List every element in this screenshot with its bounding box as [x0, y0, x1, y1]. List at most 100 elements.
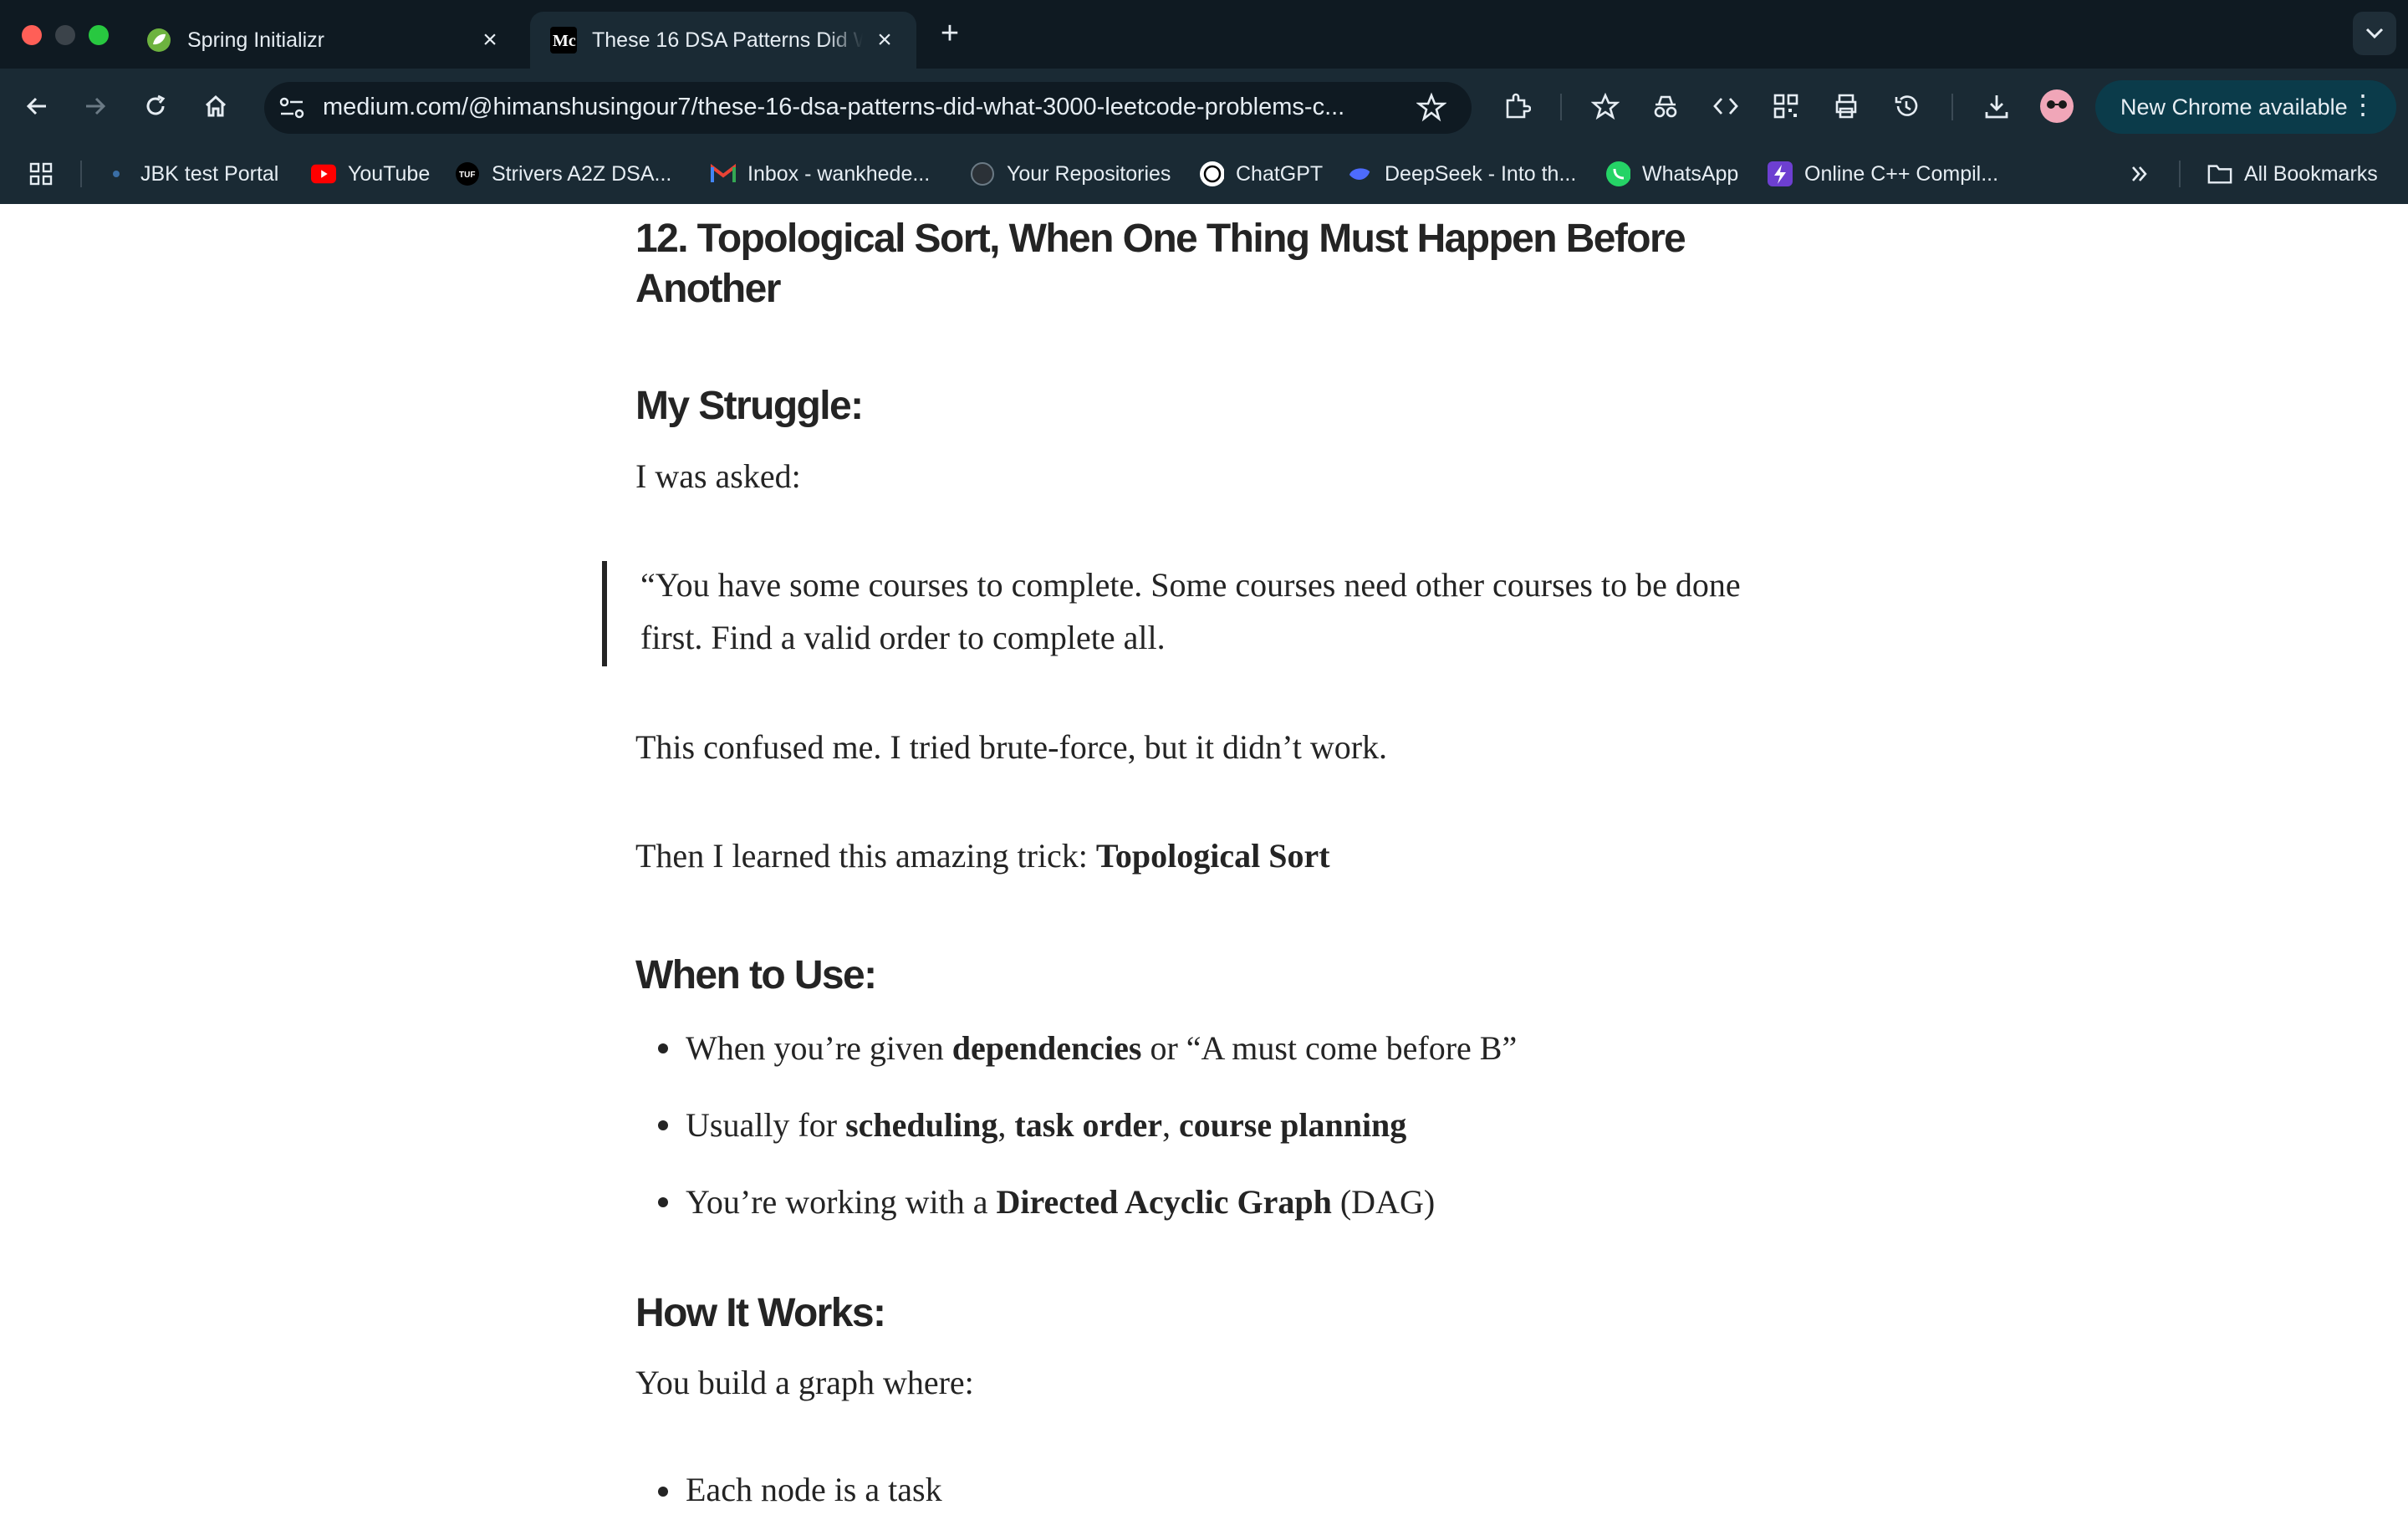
bookmark-label: JBK test Portal: [140, 161, 279, 186]
arrow-right-icon: [86, 97, 106, 115]
list-bold: scheduling: [845, 1106, 998, 1144]
puzzle-icon: [1506, 93, 1531, 119]
article-content: 12. Topological Sort, When One Thing Mus…: [0, 204, 2408, 1508]
bookmarks-bar: JBK test Portal YouTube TUF Strivers A2Z…: [0, 144, 2408, 204]
list-item: Usually for scheduling, task order, cour…: [686, 1100, 1773, 1150]
qr-code-button[interactable]: [1763, 83, 1809, 130]
tab-medium-article[interactable]: Mc These 16 DSA Patterns Did What 3000 L…: [530, 12, 916, 69]
list-bold: dependencies: [951, 1029, 1142, 1067]
toolbar-divider: [1951, 94, 1953, 120]
list-bold: task order: [1014, 1106, 1163, 1144]
bookmark-label: Online C++ Compil...: [1804, 161, 1999, 186]
svg-text:TUF: TUF: [459, 171, 475, 180]
youtube-icon: [311, 161, 336, 186]
downloads-button[interactable]: [1973, 83, 2020, 130]
when-to-use-heading: When to Use:: [635, 953, 877, 997]
maximize-window-button[interactable]: [89, 25, 109, 45]
back-button[interactable]: [13, 83, 60, 130]
printer-icon: [1835, 94, 1857, 119]
build-graph-paragraph: You build a graph where:: [635, 1364, 974, 1401]
bookmark-whatsapp[interactable]: WhatsApp: [1605, 159, 1738, 189]
list-text: ,: [1162, 1106, 1180, 1144]
bookmark-github-repositories[interactable]: Your Repositories: [970, 159, 1171, 189]
bookmark-label: Inbox - wankhede...: [747, 161, 931, 186]
arrow-left-icon: [26, 97, 46, 115]
home-button[interactable]: [192, 83, 239, 130]
history-button[interactable]: [1883, 83, 1930, 130]
spring-leaf-icon: [145, 27, 172, 54]
star-list-icon: [1591, 92, 1620, 120]
asked-paragraph: I was asked:: [635, 457, 801, 495]
bookmark-label: Your Repositories: [1007, 161, 1171, 186]
reading-list-button[interactable]: [1582, 83, 1629, 130]
chevron-down-icon: [2365, 28, 2384, 39]
bookmarks-divider: [80, 161, 82, 187]
reload-icon: [146, 94, 166, 115]
bolt-icon: [1768, 161, 1793, 186]
blockquote-text: “You have some courses to complete. Some…: [640, 566, 1741, 656]
browser-toolbar: medium.com/@himanshusingour7/these-16-ds…: [0, 69, 2408, 144]
bookmark-label: Strivers A2Z DSA...: [492, 161, 672, 186]
list-item: Each node is a task: [686, 1471, 942, 1508]
apps-grid-icon: [29, 162, 53, 186]
close-window-button[interactable]: [22, 25, 42, 45]
site-info-icon[interactable]: [278, 94, 306, 126]
profile-avatar-button[interactable]: [2033, 83, 2080, 130]
print-button[interactable]: [1823, 83, 1870, 130]
url-text: medium.com/@himanshusingour7/these-16-ds…: [323, 94, 1345, 120]
tuf-icon: TUF: [455, 161, 480, 186]
list-text: You’re working with a: [686, 1183, 997, 1221]
download-icon: [1985, 95, 2008, 119]
bookmark-deepseek[interactable]: DeepSeek - Into th...: [1348, 159, 1576, 189]
incognito-button[interactable]: [1642, 83, 1689, 130]
chatgpt-icon: [1199, 161, 1224, 186]
bookmark-gmail-inbox[interactable]: Inbox - wankhede...: [711, 159, 930, 189]
bookmark-label: DeepSeek - Into th...: [1385, 161, 1577, 186]
bookmark-online-cpp-compiler[interactable]: Online C++ Compil...: [1768, 159, 1998, 189]
tab-title: Spring Initializr: [187, 28, 324, 52]
qr-code-icon: [1773, 94, 1798, 119]
close-tab-icon[interactable]: ×: [478, 26, 502, 54]
more-bookmarks-button[interactable]: [2129, 159, 2150, 189]
bookmark-jbk-test-portal[interactable]: JBK test Portal: [104, 159, 278, 189]
bullet-dot: [658, 1120, 668, 1130]
bullet-dot: [658, 1043, 668, 1053]
devtools-button[interactable]: [1702, 83, 1749, 130]
bullet-dot: [658, 1487, 668, 1497]
blockquote-bar: [602, 561, 607, 666]
deepseek-icon: [1348, 161, 1373, 186]
close-tab-icon[interactable]: ×: [873, 26, 896, 54]
learned-paragraph: Then I learned this amazing trick: Topol…: [635, 829, 1789, 882]
code-brackets-icon: [1713, 98, 1738, 115]
svg-text:Mc: Mc: [553, 32, 576, 50]
forward-button[interactable]: [72, 83, 119, 130]
extensions-button[interactable]: [1493, 83, 1540, 130]
tab-search-button[interactable]: [2353, 12, 2396, 55]
tab-title: These 16 DSA Patterns Did What 3000 Leet…: [592, 28, 863, 52]
bookmark-strivers-a2z[interactable]: TUF Strivers A2Z DSA...: [455, 159, 671, 189]
list-item: When you’re given dependencies or “A mus…: [686, 1023, 1773, 1074]
list-text: When you’re given: [686, 1029, 952, 1067]
tab-strip: Spring Initializr × Mc These 16 DSA Patt…: [0, 0, 2408, 69]
bookmark-star-icon[interactable]: [1416, 92, 1447, 126]
all-bookmarks-button[interactable]: All Bookmarks: [2207, 159, 2378, 189]
tab-spring-initializr[interactable]: Spring Initializr ×: [125, 12, 522, 69]
learned-text: Then I learned this amazing trick:: [635, 837, 1096, 875]
new-tab-button[interactable]: +: [931, 15, 968, 52]
bookmarks-divider: [2179, 161, 2181, 187]
bookmark-youtube[interactable]: YouTube: [311, 159, 430, 189]
gmail-icon: [711, 161, 736, 186]
minimize-window-button[interactable]: [55, 25, 75, 45]
reload-button[interactable]: [132, 83, 179, 130]
kebab-menu-icon[interactable]: ⋮: [2349, 91, 2376, 118]
new-chrome-available-button[interactable]: New Chrome available ⋮: [2095, 80, 2396, 134]
apps-button[interactable]: [28, 159, 54, 189]
all-bookmarks-label: All Bookmarks: [2244, 161, 2378, 186]
confused-paragraph: This confused me. I tried brute-force, b…: [635, 728, 1388, 766]
list-text: Usually for: [686, 1106, 846, 1144]
address-bar[interactable]: medium.com/@himanshusingour7/these-16-ds…: [264, 82, 1472, 134]
folder-icon: [2207, 161, 2232, 186]
bookmark-chatgpt[interactable]: ChatGPT: [1199, 159, 1323, 189]
list-bold: Directed Acyclic Graph: [996, 1183, 1332, 1221]
toolbar-divider: [1560, 94, 1562, 120]
